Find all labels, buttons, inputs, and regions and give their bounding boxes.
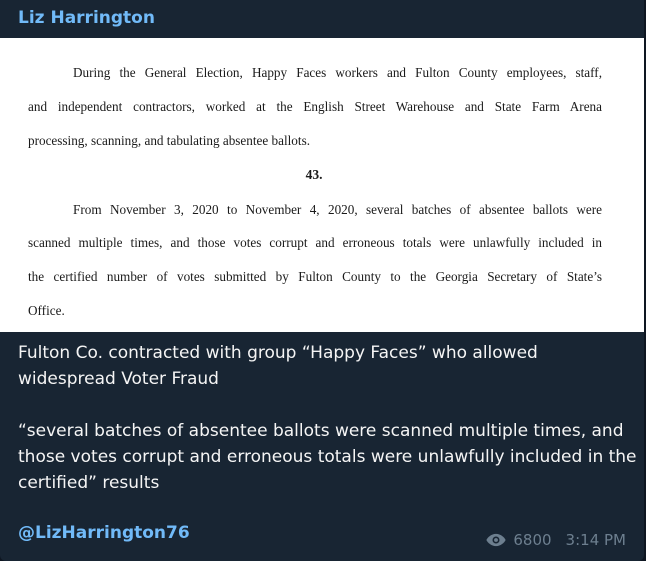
message-quote: “several batches of absentee ballots wer… xyxy=(18,421,637,493)
message-text: Fulton Co. contracted with group “Happy … xyxy=(18,340,638,496)
post-time: 3:14 PM xyxy=(565,531,626,549)
eye-icon xyxy=(486,533,506,547)
doc-line: the certified number of votes submitted … xyxy=(28,269,602,284)
message-line: Fulton Co. contracted with group “Happy … xyxy=(18,343,538,389)
document-image[interactable]: During the General Election, Happy Faces… xyxy=(0,38,644,332)
doc-line: From November 3, 2020 to November 4, 202… xyxy=(73,202,602,217)
post-meta: 6800 3:14 PM xyxy=(485,531,626,549)
doc-line: Office. xyxy=(28,303,65,318)
doc-line: During the General Election, Happy Faces… xyxy=(73,65,602,80)
doc-line: and independent contractors, worked at t… xyxy=(28,99,602,114)
doc-line: processing, scanning, and tabulating abs… xyxy=(28,133,310,148)
doc-line: scanned multiple times, and those votes … xyxy=(28,235,602,250)
handle-link[interactable]: @LizHarrington76 xyxy=(18,523,190,543)
channel-post: Liz Harrington During the General Electi… xyxy=(0,0,644,561)
section-number: 43. xyxy=(305,167,323,182)
author-name[interactable]: Liz Harrington xyxy=(18,8,155,28)
view-count: 6800 xyxy=(513,531,552,549)
